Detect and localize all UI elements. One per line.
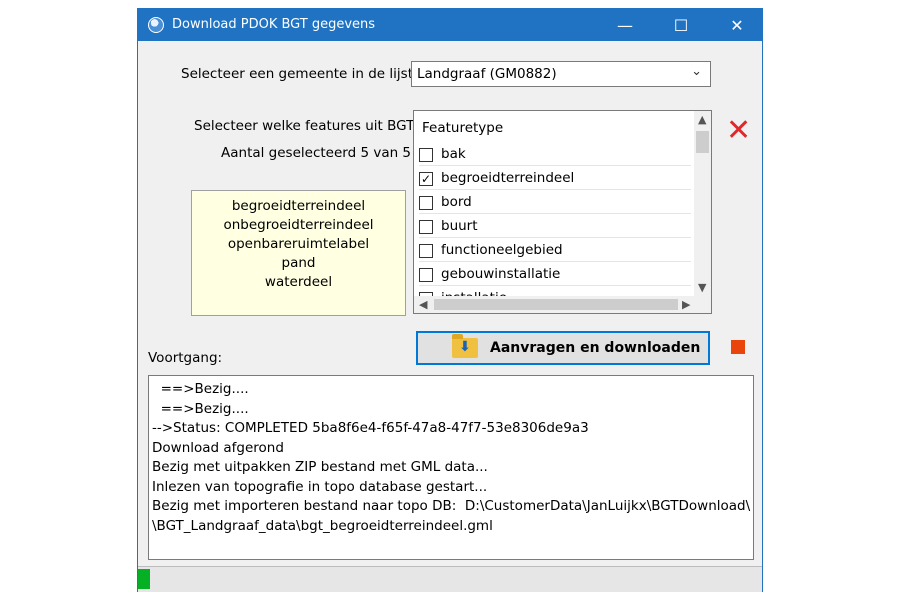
feature-checkbox[interactable] [419,244,433,258]
list-item[interactable]: bord [419,192,691,214]
stop-icon[interactable] [731,340,745,354]
feature-name: begroeidterreindeel [441,170,575,186]
log-line: \BGT_Landgraaf_data\bgt_begroeidterreind… [152,517,493,534]
clear-selection-icon[interactable]: ✕ [726,116,751,146]
chevron-down-icon[interactable]: ⌄ [691,64,702,79]
download-button[interactable]: ⬇ Aanvragen en downloaden [416,331,710,365]
features-label: Selecteer welke features uit BGT [194,118,415,134]
row-divider [419,213,691,214]
selected-count-label: Aantal geselecteerd 5 van 5 [221,145,412,161]
minimize-button[interactable]: — [602,9,648,41]
scroll-up-icon[interactable]: ▲ [698,113,706,126]
feature-name: gebouwinstallatie [441,266,561,282]
list-item[interactable]: bak [419,144,691,166]
feature-type-list[interactable]: Featuretype bak ✓ begroeidterreindeel bord b… [413,110,712,314]
row-divider [419,165,691,166]
log-line: Bezig met uitpakken ZIP bestand met GML … [152,459,488,475]
list-column-header: Featuretype [422,120,504,136]
progress-log[interactable]: ==>Bezig.... ==>Bezig.... -->Status: COMP… [148,375,754,560]
row-divider [419,189,691,190]
feature-name: bord [441,194,472,210]
row-divider [419,285,691,286]
scroll-right-icon[interactable]: ▶ [682,298,690,311]
title-bar[interactable]: Download PDOK BGT gegevens — ☐ ✕ [138,9,762,41]
list-item[interactable]: functioneelgebied [419,240,691,262]
list-item[interactable]: gebouwinstallatie [419,264,691,286]
log-line: ==>Bezig.... [152,381,249,397]
list-item[interactable]: ✓ begroeidterreindeel [419,168,691,190]
feature-checkbox[interactable] [419,268,433,282]
maximize-button[interactable]: ☐ [658,9,704,41]
main-window: Download PDOK BGT gegevens — ☐ ✕ Selecte… [137,8,763,592]
selected-features-box: begroeidterreindeel onbegroeidterreindeel… [191,190,406,316]
feature-checkbox[interactable]: ✓ [419,172,433,186]
vertical-scrollbar[interactable]: ▲ ▼ [694,111,711,298]
feature-name: buurt [441,218,478,234]
globe-icon [148,17,164,33]
municipality-label: Selecteer een gemeente in de lijst [181,66,413,82]
row-divider [419,237,691,238]
feature-name: functioneelgebied [441,242,563,258]
log-line: Download afgerond [152,439,284,456]
log-line: Bezig met importeren bestand naar topo D… [152,498,751,514]
selected-feature-name: openbareruimtelabel [227,236,370,252]
horizontal-scroll-thumb[interactable] [434,299,678,310]
vertical-scroll-thumb[interactable] [696,131,709,153]
log-line: -->Status: COMPLETED 5ba8f6e4-f65f-47a8-… [152,420,589,436]
list-item[interactable]: buurt [419,216,691,238]
feature-checkbox[interactable] [419,220,433,234]
log-line: ==>Bezig.... [152,400,249,417]
feature-checkbox[interactable] [419,148,433,162]
log-line: Inlezen van topografie in topo database … [152,478,488,495]
selected-feature-name: waterdeel [264,274,333,290]
window-title: Download PDOK BGT gegevens [172,17,376,32]
download-button-label: Aanvragen en downloaden [490,340,701,356]
scroll-down-icon[interactable]: ▼ [698,281,706,294]
close-button[interactable]: ✕ [714,9,760,41]
selected-feature-name: pand [281,255,316,271]
feature-name: bak [441,146,466,162]
folder-download-icon: ⬇ [452,334,478,358]
scroll-left-icon[interactable]: ◀ [419,298,427,311]
row-divider [419,261,691,262]
feature-checkbox[interactable] [419,196,433,210]
municipality-selected-value: Landgraaf (GM0882) [417,66,557,82]
horizontal-scrollbar[interactable]: ◀ ▶ [414,296,711,313]
progress-bar [138,566,762,592]
progress-label: Voortgang: [148,350,223,366]
municipality-select[interactable]: Landgraaf (GM0882) ⌄ [411,61,711,87]
selected-feature-name: onbegroeidterreindeel [223,217,374,233]
selected-feature-name: begroeidterreindeel [231,198,366,214]
progress-bar-fill [138,569,151,589]
